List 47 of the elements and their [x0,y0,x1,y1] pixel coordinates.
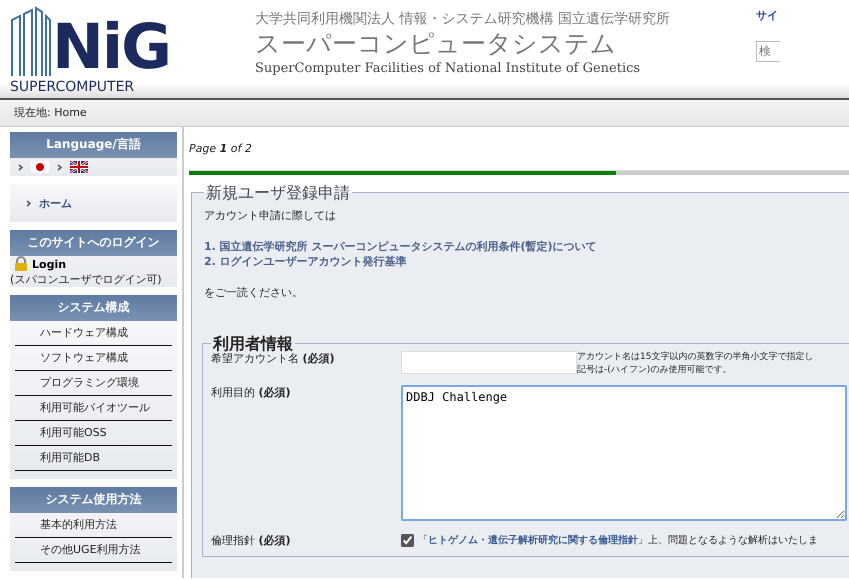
site-subtitle: SuperComputer Facilities of National Institute of Genetics [255,60,640,78]
sidebar-heading: システム使用方法 [10,487,177,513]
home-link[interactable]: ホーム [39,196,72,210]
breadcrumb-label: 現在地: [14,106,51,119]
document-link[interactable]: 2. ログインユーザーアカウント発行基準 [204,254,407,269]
sidebar-heading: システム構成 [10,295,177,321]
sidebar-menu-item[interactable]: ソフトウェア構成 [15,346,172,371]
uk-flag-icon[interactable] [70,161,88,173]
field-label: 希望アカウント名 (必須) [211,352,336,367]
site-title: スーパーコンピュータシステム [255,28,616,60]
page-indicator: Page 1 of 2 [189,141,252,156]
chevron-icon [18,164,23,170]
organization-name: 大学共同利用機関法人 情報・システム研究機構 国立遺伝学研究所 [255,10,670,28]
field-hint: アカウント名は15文字以内の英数字の半角小文字で指定し [577,352,814,362]
logo-text: NiG [52,16,170,78]
logo-subtitle: SUPERCOMPUTER [10,80,134,94]
document-link[interactable]: 1. 国立遺伝学研究所 スーパーコンピュータシステムの利用条件(暫定)について [204,239,597,254]
login-link[interactable]: Login [32,256,66,272]
sidebar-heading: Language/言語 [10,132,177,158]
closing-text: をご一読ください。 [204,285,304,300]
agreement-checkbox[interactable] [401,534,414,547]
sidebar-menu-item[interactable]: その他UGE利用方法 [15,538,172,563]
padlock-icon [14,256,28,272]
sidebar-menu-item[interactable]: ハードウェア構成 [15,321,172,346]
sidebar-menu-item[interactable]: 利用可能OSS [15,421,172,446]
sidebar-menu-item[interactable]: プログラミング環境 [15,371,172,396]
sidebar-heading: このサイトへのログイン [10,230,177,256]
purpose-field[interactable]: DDBJ Challenge [401,385,847,521]
building-logo-icon [10,6,52,78]
account-name-field[interactable] [401,351,577,374]
chevron-icon [26,200,31,206]
form-legend: 新規ユーザ登録申請 [204,185,352,200]
sidebar-menu-item[interactable]: 利用可能バイオツール [15,396,172,421]
search-field[interactable]: 検 [756,41,780,62]
breadcrumb-current: Home [54,106,87,119]
sidebar-menu-item[interactable]: 基本的利用方法 [15,513,172,538]
section-legend: 利用者情報 [211,336,295,351]
site-link[interactable]: サイ [756,8,778,23]
chevron-icon [57,164,62,170]
field-label: 倫理指針 (必須) [211,533,292,548]
field-hint: 記号は-(ハイフン)のみ使用可能です。 [577,365,732,375]
field-label: 利用目的 (必須) [211,385,292,401]
sidebar-menu-item[interactable]: 利用可能DB [15,446,172,471]
japan-flag-icon[interactable] [31,161,49,173]
login-note: (スパコンユーザでログイン可) [10,272,163,287]
intro-text: アカウント申請に際しては [204,208,337,223]
agreement-text: 「ヒトゲノム・遺伝子解析研究に関する倫理指針」上、問題となるような解析はいたしま [418,534,818,548]
